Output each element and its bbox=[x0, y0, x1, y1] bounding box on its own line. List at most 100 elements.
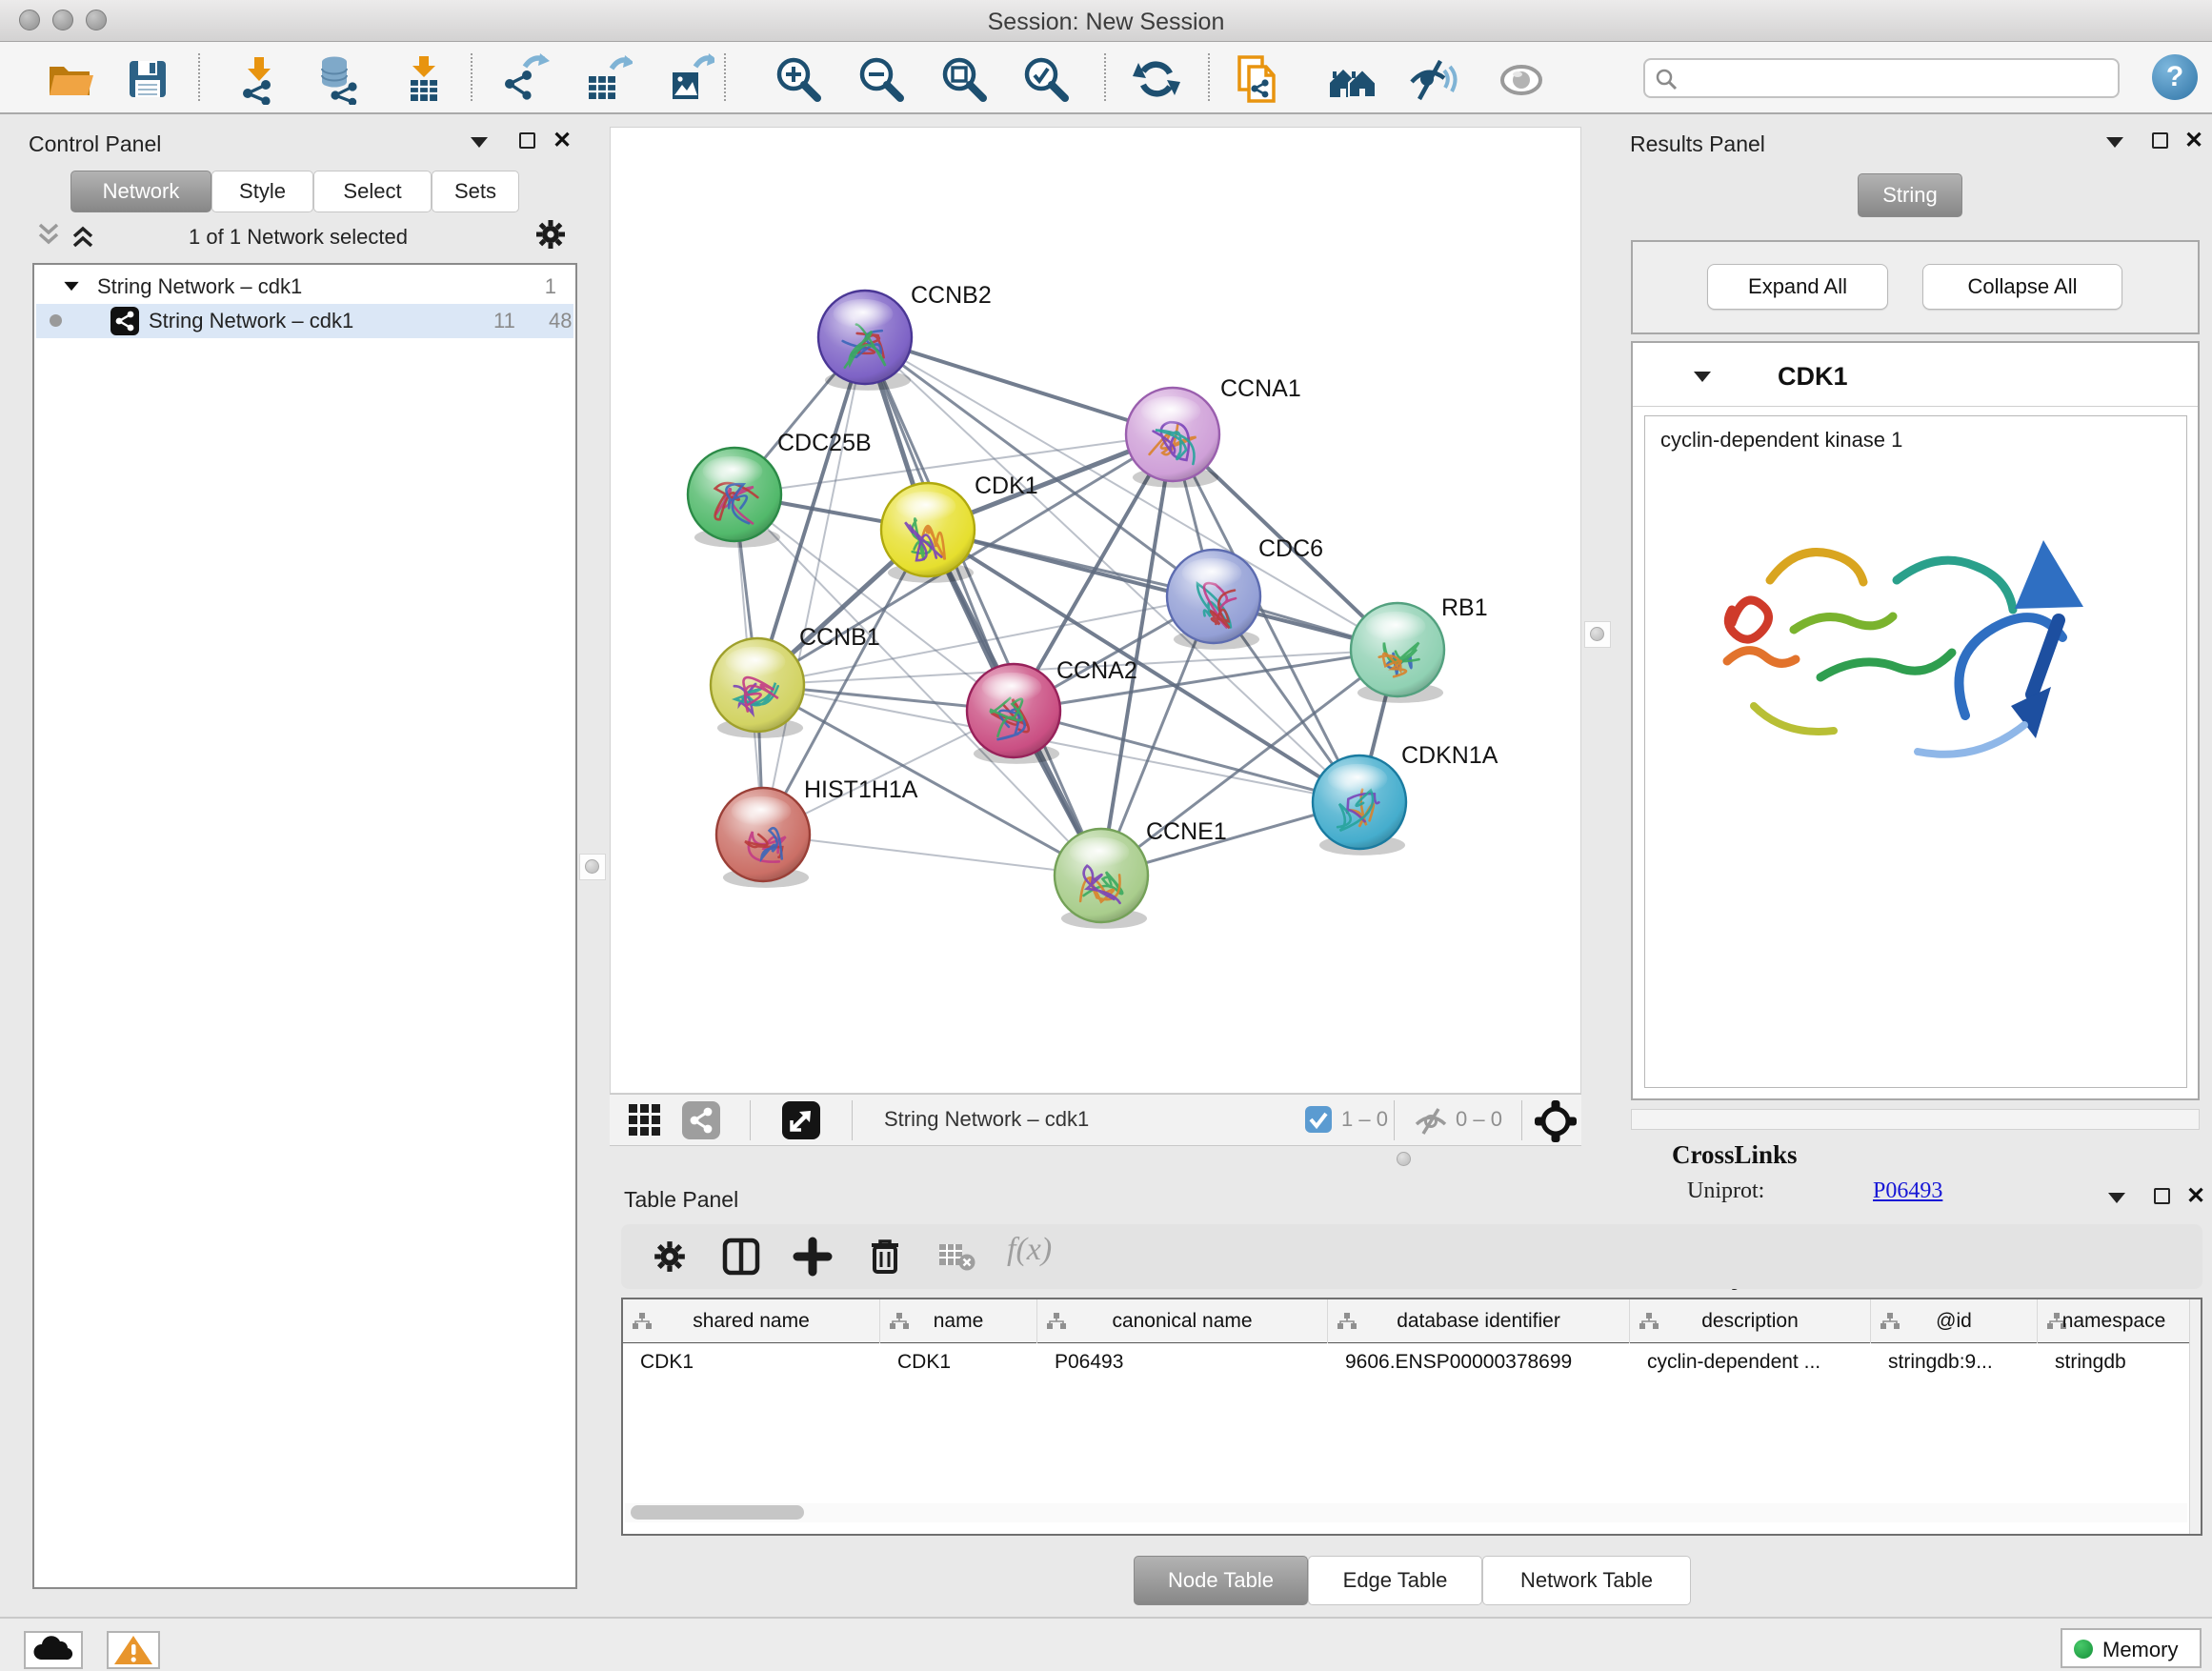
network-share-icon[interactable] bbox=[682, 1101, 720, 1139]
memory-button[interactable]: Memory bbox=[2061, 1628, 2202, 1668]
zoom-out-icon[interactable] bbox=[855, 53, 907, 105]
network-canvas[interactable]: CCNB2CCNA1CDC25BCDK1CDC6RB1CCNB1CCNA2CDK… bbox=[610, 127, 1581, 1094]
cloud-button[interactable] bbox=[24, 1631, 83, 1669]
column-header-name[interactable]: name bbox=[880, 1299, 1037, 1343]
import-table-file-icon[interactable] bbox=[398, 53, 450, 105]
import-network-file-icon[interactable] bbox=[233, 53, 285, 105]
export-network-icon[interactable] bbox=[498, 53, 550, 105]
results-panel-close-icon[interactable]: ✕ bbox=[2184, 131, 2203, 151]
node-label-CCNA2: CCNA2 bbox=[1056, 657, 1137, 684]
string-home-icon[interactable] bbox=[1327, 53, 1378, 105]
horizontal-splitter-handle[interactable] bbox=[1397, 1152, 1411, 1166]
toolbar-separator bbox=[1521, 1100, 1522, 1140]
selected-nodes-checkbox[interactable] bbox=[1305, 1106, 1332, 1133]
table-settings-gear-icon[interactable] bbox=[652, 1238, 688, 1275]
network-node-count: 11 bbox=[493, 309, 515, 333]
network-row-selected[interactable]: String Network – cdk1 11 48 bbox=[36, 304, 573, 338]
column-header-shared-name[interactable]: shared name bbox=[623, 1299, 880, 1343]
expand-all-button[interactable]: Expand All bbox=[1707, 264, 1888, 310]
gene-card-collapse-icon[interactable] bbox=[1694, 372, 1711, 382]
export-table-icon[interactable] bbox=[581, 53, 633, 105]
birdseye-view-icon[interactable] bbox=[782, 1101, 820, 1139]
zoom-in-icon[interactable] bbox=[773, 53, 824, 105]
table-panel-collapse-icon[interactable] bbox=[2108, 1193, 2125, 1203]
zoom-selected-icon[interactable] bbox=[1020, 53, 1072, 105]
tab-select[interactable]: Select bbox=[313, 171, 432, 212]
grid-view-icon[interactable] bbox=[627, 1102, 663, 1138]
help-button[interactable]: ? bbox=[2152, 54, 2198, 100]
status-bar: Memory bbox=[0, 1617, 2212, 1671]
results-panel-float-icon[interactable] bbox=[2152, 132, 2168, 149]
search-input[interactable] bbox=[1687, 62, 2106, 94]
function-builder-icon: f(x) bbox=[1007, 1232, 1052, 1268]
control-panel-collapse-icon[interactable] bbox=[471, 137, 488, 148]
cell-description[interactable]: cyclin-dependent ... bbox=[1630, 1345, 1871, 1379]
results-hscrollbar[interactable] bbox=[1631, 1109, 2200, 1130]
search-field bbox=[1643, 58, 2120, 98]
tab-string[interactable]: String bbox=[1858, 173, 1962, 217]
results-panel-collapse-icon[interactable] bbox=[2106, 137, 2123, 148]
zoom-fit-icon[interactable] bbox=[938, 53, 990, 105]
node-label-CCNB1: CCNB1 bbox=[799, 624, 880, 651]
warning-button[interactable] bbox=[107, 1631, 160, 1669]
divider bbox=[1633, 406, 2198, 407]
add-column-icon[interactable] bbox=[793, 1237, 833, 1277]
delete-column-trash-icon[interactable] bbox=[865, 1236, 905, 1276]
network-collection-count: 1 bbox=[545, 274, 556, 299]
network-edge-count: 48 bbox=[549, 309, 572, 333]
cell-canonical-name[interactable]: P06493 bbox=[1037, 1345, 1328, 1379]
column-header-canonical-name[interactable]: canonical name bbox=[1037, 1299, 1328, 1343]
table-panel: Table Panel ✕ f(x) shared namenamecanoni… bbox=[610, 1181, 2204, 1612]
import-network-database-icon[interactable] bbox=[314, 53, 366, 105]
crosshair-icon[interactable] bbox=[1534, 1099, 1578, 1143]
network-collection-row[interactable]: String Network – cdk1 1 bbox=[36, 272, 573, 304]
table-hscrollbar[interactable] bbox=[625, 1503, 2187, 1522]
crosslinks-heading: CrossLinks bbox=[1672, 1140, 1798, 1170]
cell-database-identifier[interactable]: 9606.ENSP00000378699 bbox=[1328, 1345, 1630, 1379]
cell-name[interactable]: CDK1 bbox=[880, 1345, 1037, 1379]
show-columns-icon[interactable] bbox=[721, 1237, 761, 1277]
table-vscrollbar[interactable] bbox=[2189, 1299, 2201, 1534]
column-header-description[interactable]: description bbox=[1630, 1299, 1871, 1343]
tab-network[interactable]: Network bbox=[70, 171, 211, 212]
tab-node-table[interactable]: Node Table bbox=[1134, 1556, 1308, 1605]
collapse-all-button[interactable]: Collapse All bbox=[1922, 264, 2122, 310]
tab-network-table[interactable]: Network Table bbox=[1482, 1556, 1691, 1605]
network-graph[interactable]: CCNB2CCNA1CDC25BCDK1CDC6RB1CCNB1CCNA2CDK… bbox=[611, 128, 1580, 1093]
main-toolbar: ? bbox=[0, 42, 2212, 114]
cell-@id[interactable]: stringdb:9... bbox=[1871, 1345, 2038, 1379]
column-header-namespace[interactable]: namespace bbox=[2038, 1299, 2191, 1343]
node-label-CCNE1: CCNE1 bbox=[1146, 818, 1227, 845]
hidden-counter: 0 – 0 bbox=[1456, 1107, 1502, 1132]
tab-edge-table[interactable]: Edge Table bbox=[1308, 1556, 1482, 1605]
delete-table-icon bbox=[937, 1240, 975, 1273]
table-panel-float-icon[interactable] bbox=[2154, 1188, 2170, 1204]
toolbar-separator bbox=[852, 1100, 853, 1140]
left-splitter-handle[interactable] bbox=[579, 854, 606, 880]
hidden-eye-icon[interactable] bbox=[1413, 1103, 1449, 1137]
collapse-all-networks-icon[interactable] bbox=[34, 221, 63, 250]
tree-expand-icon[interactable] bbox=[64, 282, 78, 291]
cell-shared-name[interactable]: CDK1 bbox=[623, 1345, 880, 1379]
refresh-icon[interactable] bbox=[1131, 53, 1182, 105]
node-CCNE1: CCNE1 bbox=[1055, 818, 1227, 929]
control-panel-close-icon[interactable]: ✕ bbox=[553, 131, 572, 151]
column-header-@id[interactable]: @id bbox=[1871, 1299, 2038, 1343]
tab-sets[interactable]: Sets bbox=[432, 171, 519, 212]
window-title: Session: New Session bbox=[0, 9, 2212, 36]
right-splitter-handle[interactable] bbox=[1584, 621, 1611, 648]
control-panel-float-icon[interactable] bbox=[519, 132, 535, 149]
open-session-icon[interactable] bbox=[44, 53, 95, 105]
network-options-gear-icon[interactable] bbox=[533, 217, 568, 252]
cell-namespace[interactable]: stringdb bbox=[2038, 1345, 2191, 1379]
export-image-icon[interactable] bbox=[663, 53, 714, 105]
string-protein-query-icon[interactable] bbox=[1234, 53, 1285, 105]
toggle-enhanced-labels-icon[interactable] bbox=[1406, 53, 1458, 105]
column-header-database-identifier[interactable]: database identifier bbox=[1328, 1299, 1630, 1343]
save-session-icon[interactable] bbox=[122, 53, 173, 105]
toggle-glass-effect-icon[interactable] bbox=[1496, 53, 1547, 105]
table-panel-close-icon[interactable]: ✕ bbox=[2186, 1187, 2205, 1206]
tab-style[interactable]: Style bbox=[211, 171, 313, 212]
gene-symbol: CDK1 bbox=[1778, 362, 1848, 392]
expand-all-networks-icon[interactable] bbox=[69, 221, 97, 250]
